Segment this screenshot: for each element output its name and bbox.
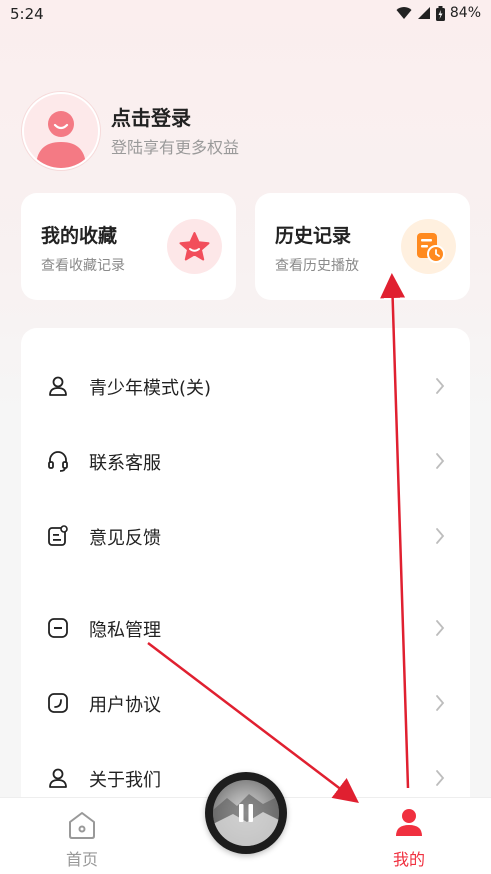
- about-icon: [49, 768, 67, 788]
- history-icon: [417, 233, 445, 263]
- history-icon-bg: [401, 219, 456, 274]
- tab-mine-label: 我的: [392, 850, 425, 869]
- menu-item-feedback[interactable]: 意见反馈: [21, 506, 470, 566]
- pause-icon[interactable]: [238, 803, 254, 823]
- favorites-title: 我的收藏: [41, 225, 118, 247]
- menu-item-youth-mode[interactable]: 青少年模式(关): [21, 356, 470, 416]
- status-time: 5:24: [10, 5, 44, 23]
- favorites-card[interactable]: 我的收藏 查看收藏记录: [21, 193, 236, 300]
- settings-menu: 青少年模式(关) 联系客服 意见反馈 隐私管理 用户协议 关于我们: [21, 328, 470, 828]
- chevron-right-icon: [436, 770, 445, 786]
- menu-label-user-agreement: 用户协议: [89, 695, 161, 716]
- menu-label-about-us: 关于我们: [89, 770, 161, 791]
- menu-item-user-agreement[interactable]: 用户协议: [21, 673, 470, 733]
- menu-label-customer-service: 联系客服: [89, 453, 161, 474]
- chevron-right-icon: [436, 695, 445, 711]
- chevron-right-icon: [436, 620, 445, 636]
- history-title: 历史记录: [275, 225, 352, 247]
- menu-label-feedback: 意见反馈: [89, 528, 161, 549]
- chevron-right-icon: [436, 528, 445, 544]
- favorites-subtitle: 查看收藏记录: [41, 258, 125, 274]
- menu-label-youth-mode: 青少年模式(关): [89, 378, 212, 399]
- youth-mode-icon: [49, 376, 67, 396]
- chevron-right-icon: [436, 378, 445, 394]
- wifi-icon: [396, 7, 412, 20]
- user-icon: [396, 809, 422, 836]
- tab-home[interactable]: 首页: [22, 798, 142, 874]
- menu-label-privacy: 隐私管理: [89, 620, 161, 641]
- signal-icon: [417, 7, 430, 19]
- battery-icon: [435, 5, 445, 21]
- mini-player[interactable]: [205, 772, 287, 854]
- headset-icon: [48, 451, 68, 472]
- privacy-icon: [48, 618, 68, 638]
- star-icon: [179, 232, 210, 261]
- menu-item-privacy[interactable]: 隐私管理: [21, 598, 470, 658]
- tab-mine[interactable]: 我的: [349, 798, 469, 874]
- agreement-icon: [48, 693, 68, 713]
- avatar[interactable]: [22, 92, 100, 170]
- avatar-icon: [36, 111, 86, 168]
- profile-login[interactable]: 点击登录 登陆享有更多权益: [22, 92, 462, 170]
- menu-item-customer-service[interactable]: 联系客服: [21, 431, 470, 491]
- favorites-icon-bg: [167, 219, 222, 274]
- tab-home-label: 首页: [65, 850, 98, 869]
- feedback-icon: [48, 525, 68, 546]
- login-subtitle: 登陆享有更多权益: [111, 138, 240, 157]
- battery-percent: 84%: [449, 5, 481, 21]
- status-bar: 5:24 84%: [0, 0, 491, 28]
- chevron-right-icon: [436, 453, 445, 469]
- history-subtitle: 查看历史播放: [275, 258, 359, 274]
- status-icons: 84%: [396, 5, 481, 21]
- home-icon: [69, 812, 95, 839]
- history-card[interactable]: 历史记录 查看历史播放: [255, 193, 470, 300]
- login-title[interactable]: 点击登录: [111, 102, 191, 131]
